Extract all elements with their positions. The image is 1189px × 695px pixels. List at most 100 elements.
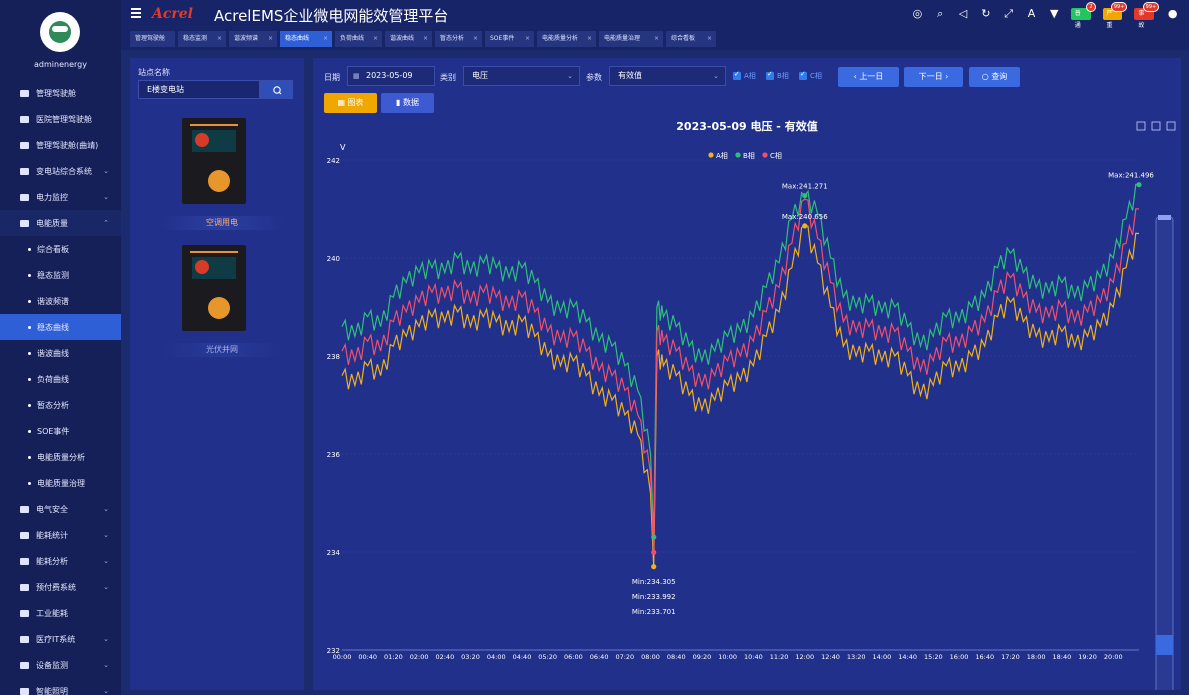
checkbox-checked-icon	[733, 70, 741, 80]
volume-icon[interactable]: ◁	[957, 7, 970, 20]
sidebar-item-4[interactable]: 电力监控 ⌄	[0, 184, 121, 210]
device-label[interactable]: 空调用电	[160, 216, 284, 230]
chevron-down-icon: ⌄	[713, 72, 719, 80]
param-select[interactable]: 有效值 ⌄	[609, 66, 726, 86]
legend-marker	[762, 152, 768, 158]
alarm-badge-0[interactable]: 普通 2	[1070, 1, 1096, 29]
chevron-icon: ⌄	[103, 531, 109, 539]
alarm-badge-2[interactable]: 事故 99+	[1134, 1, 1160, 29]
query-button[interactable]: ○ 查询	[969, 67, 1020, 87]
date-picker[interactable]: ▦ 2023-05-09	[347, 66, 435, 86]
sidebar-item-15[interactable]: 电能质量治理	[0, 470, 121, 496]
font-icon[interactable]: A	[1025, 7, 1038, 20]
sidebar-item-label: 管理驾驶舱(曲靖)	[36, 140, 99, 150]
prev-day-button[interactable]: ‹ 上一日	[838, 67, 899, 87]
phase-b-checkbox[interactable]: B相	[766, 70, 789, 81]
shirt-icon[interactable]: ▼	[1048, 7, 1061, 20]
tab-10[interactable]: 综合看板 ×	[666, 31, 716, 47]
sidebar-item-2[interactable]: 管理驾驶舱(曲靖)	[0, 132, 121, 158]
phase-c-checkbox[interactable]: C相	[799, 70, 822, 81]
menu-icon	[20, 89, 29, 97]
chart-view-button[interactable]: ▦ 图表	[324, 93, 377, 113]
tab-9[interactable]: 电能质量治理 ×	[599, 31, 663, 47]
tab-8[interactable]: 电能质量分析 ×	[537, 31, 596, 47]
avatar[interactable]	[40, 12, 80, 52]
close-icon[interactable]: ×	[587, 31, 592, 47]
user-icon[interactable]: ●	[1166, 7, 1179, 20]
data-view-button[interactable]: ▮ 数据	[381, 93, 434, 113]
sidebar-item-21[interactable]: 医疗IT系统 ⌄	[0, 626, 121, 652]
tab-5[interactable]: 谐波曲线 ×	[385, 31, 432, 47]
sidebar-item-13[interactable]: SOE事件	[0, 418, 121, 444]
close-icon[interactable]: ×	[707, 31, 712, 47]
next-day-button[interactable]: 下一日 ›	[904, 67, 963, 87]
refresh-icon[interactable]: ↻	[979, 7, 992, 20]
tab-4[interactable]: 负荷曲线 ×	[335, 31, 382, 47]
tab-6[interactable]: 暂态分析 ×	[435, 31, 482, 47]
sidebar-item-22[interactable]: 设备监测 ⌄	[0, 652, 121, 678]
sidebar-item-7[interactable]: 稳态监测	[0, 262, 121, 288]
category-select[interactable]: 电压 ⌄	[463, 66, 580, 86]
sidebar-item-19[interactable]: 预付费系统 ⌄	[0, 574, 121, 600]
restore-icon[interactable]	[1151, 121, 1161, 131]
station-input[interactable]: E楼变电站	[138, 80, 260, 99]
zoom-slider-handle-top[interactable]	[1158, 215, 1171, 220]
sidebar-item-10[interactable]: 谐波曲线	[0, 340, 121, 366]
sidebar-item-label: 稳态曲线	[37, 322, 69, 332]
alarm-badge-1[interactable]: 严重 99+	[1102, 1, 1128, 29]
sidebar-item-12[interactable]: 暂态分析	[0, 392, 121, 418]
chevron-down-icon: ⌄	[567, 72, 573, 80]
sidebar-item-14[interactable]: 电能质量分析	[0, 444, 121, 470]
series-line-1	[341, 183, 1140, 538]
close-icon[interactable]: ×	[323, 31, 328, 47]
help-icon[interactable]: ◎	[911, 7, 924, 20]
menu-icon	[20, 141, 29, 149]
menu-toggle-icon[interactable]	[131, 8, 141, 18]
close-icon[interactable]: ×	[654, 31, 659, 47]
station-search-button[interactable]	[260, 80, 293, 99]
sidebar-item-8[interactable]: 谐波频谱	[0, 288, 121, 314]
close-icon[interactable]: ×	[525, 31, 530, 47]
sidebar-item-16[interactable]: 电气安全 ⌄	[0, 496, 121, 522]
close-icon[interactable]: ×	[423, 31, 428, 47]
sidebar-item-23[interactable]: 智能照明 ⌄	[0, 678, 121, 695]
menu-icon	[20, 635, 29, 643]
device-image[interactable]	[182, 245, 246, 331]
tab-0[interactable]: 管理驾驶舱	[130, 31, 175, 47]
sidebar-item-0[interactable]: 管理驾驶舱	[0, 80, 121, 106]
y-axis-label: V	[340, 143, 346, 152]
extreme-marker	[802, 193, 808, 199]
search-icon[interactable]: ⌕	[934, 7, 947, 20]
alarm-badge-count: 99+	[1142, 1, 1160, 12]
close-icon[interactable]: ×	[217, 31, 222, 47]
sidebar-item-20[interactable]: 工业能耗	[0, 600, 121, 626]
sidebar-item-11[interactable]: 负荷曲线	[0, 366, 121, 392]
tab-7[interactable]: SOE事件 ×	[485, 31, 534, 47]
close-icon[interactable]: ×	[473, 31, 478, 47]
extreme-marker	[651, 549, 657, 555]
sidebar-item-1[interactable]: 医院管理驾驶舱	[0, 106, 121, 132]
bullet-icon	[28, 481, 31, 485]
sidebar-item-18[interactable]: 能耗分析 ⌄	[0, 548, 121, 574]
close-icon[interactable]: ×	[268, 31, 273, 47]
tab-1[interactable]: 稳态监测 ×	[178, 31, 226, 47]
tab-3[interactable]: 稳态曲线 ×	[280, 31, 332, 47]
sidebar-item-3[interactable]: 变电站综合系统 ⌄	[0, 158, 121, 184]
zoom-icon[interactable]	[1136, 121, 1146, 131]
sidebar-item-5[interactable]: 电能质量 ⌃	[0, 210, 121, 236]
chart-title: 2023-05-09 电压 - 有效值	[676, 119, 817, 133]
sidebar-item-6[interactable]: 综合看板	[0, 236, 121, 262]
sidebar-item-17[interactable]: 能耗统计 ⌄	[0, 522, 121, 548]
device-image[interactable]	[182, 118, 246, 204]
close-icon[interactable]: ×	[373, 31, 378, 47]
bullet-icon	[28, 299, 31, 303]
tab-2[interactable]: 谐波频谱 ×	[229, 31, 277, 47]
chevron-icon: ⌄	[103, 167, 109, 175]
download-icon[interactable]	[1166, 121, 1176, 131]
menu-icon	[20, 531, 29, 539]
phase-a-checkbox[interactable]: A相	[733, 70, 756, 81]
zoom-slider-grip-icon[interactable]	[1156, 635, 1173, 655]
sidebar-item-9[interactable]: 稳态曲线	[0, 314, 121, 340]
fullscreen-icon[interactable]: ⤢	[1002, 7, 1015, 20]
device-label[interactable]: 光伏并网	[160, 343, 284, 357]
